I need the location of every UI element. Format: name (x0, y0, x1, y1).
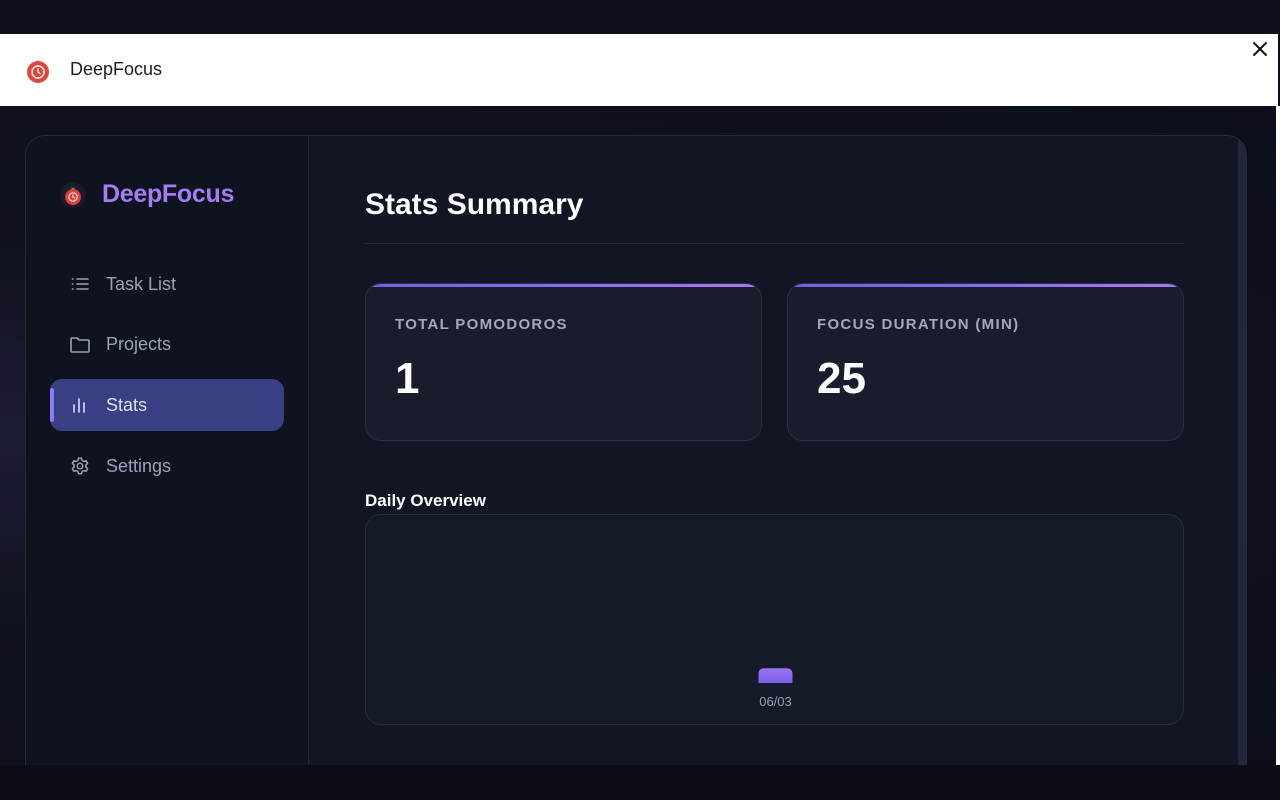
folder-icon (69, 334, 91, 356)
gear-icon (69, 455, 91, 477)
sidebar-item-label: Stats (106, 394, 148, 415)
app-shell: DeepFocus Task List Projects Stats Setti… (25, 135, 1247, 765)
sidebar-item-settings[interactable]: Settings (50, 440, 284, 492)
window-title: DeepFocus (70, 59, 163, 79)
list-icon (69, 273, 91, 295)
close-icon (1252, 41, 1268, 62)
screen-top-bar (0, 0, 1280, 34)
main-content: Stats Summary TOTAL POMODOROS 1 FOCUS DU… (310, 136, 1238, 765)
bar-chart-icon (69, 394, 91, 416)
stat-value: 1 (395, 354, 420, 403)
tomato-icon (24, 56, 52, 84)
window-titlebar: DeepFocus (0, 34, 1278, 106)
sidebar: DeepFocus Task List Projects Stats Setti… (26, 136, 309, 765)
stat-value: 25 (817, 354, 866, 403)
tomato-icon (60, 181, 86, 208)
sidebar-item-task-list[interactable]: Task List (50, 258, 284, 310)
stat-card-focus-duration: FOCUS DURATION (MIN) 25 (787, 283, 1184, 441)
stat-card-total-pomodoros: TOTAL POMODOROS 1 (365, 283, 762, 441)
sidebar-nav: Task List Projects Stats Settings (50, 258, 284, 501)
window-edge (1276, 106, 1280, 765)
sidebar-item-label: Settings (106, 455, 172, 476)
stat-label: TOTAL POMODOROS (395, 316, 568, 333)
brand-name: DeepFocus (102, 180, 235, 208)
chart-x-label: 06/03 (759, 694, 792, 709)
app-viewport: DeepFocus Task List Projects Stats Setti… (0, 106, 1278, 765)
daily-overview-title: Daily Overview (365, 491, 486, 510)
scrollbar[interactable] (1238, 136, 1246, 765)
sidebar-item-label: Task List (106, 273, 177, 294)
page-title: Stats Summary (365, 188, 584, 221)
stat-label: FOCUS DURATION (MIN) (817, 316, 1020, 333)
close-button[interactable] (1247, 38, 1273, 64)
sidebar-item-stats[interactable]: Stats (50, 379, 284, 432)
sidebar-item-label: Projects (106, 334, 172, 355)
daily-overview-chart: 06/03 (365, 514, 1184, 725)
screen-bottom-bar (0, 765, 1280, 800)
chart-bar (758, 668, 793, 683)
title-divider (365, 243, 1184, 244)
sidebar-item-projects[interactable]: Projects (50, 319, 284, 371)
bar-chart: 06/03 (758, 668, 793, 709)
brand: DeepFocus (60, 180, 234, 209)
